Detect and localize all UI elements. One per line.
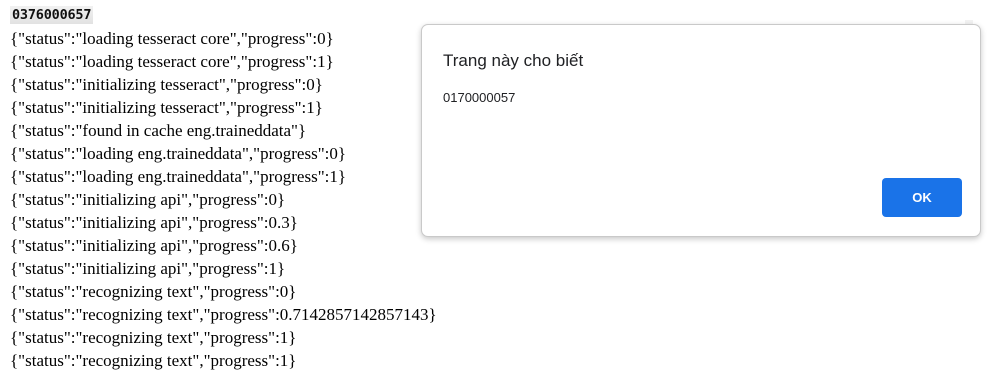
log-line: {"status":"loading eng.traineddata","pro… bbox=[10, 144, 347, 163]
log-line: {"status":"initializing api","progress":… bbox=[10, 259, 286, 278]
ok-button[interactable]: OK bbox=[882, 178, 962, 217]
log-line: {"status":"loading tesseract core","prog… bbox=[10, 52, 334, 71]
alert-title: Trang này cho biết bbox=[443, 51, 584, 70]
log-line: {"status":"recognizing text","progress":… bbox=[10, 351, 297, 370]
log-line: {"status":"recognizing text","progress":… bbox=[10, 305, 437, 324]
log-line: {"status":"loading tesseract core","prog… bbox=[10, 29, 334, 48]
log-line: {"status":"initializing api","progress":… bbox=[10, 236, 298, 255]
log-line: {"status":"initializing tesseract","prog… bbox=[10, 75, 323, 94]
log-line: {"status":"found in cache eng.traineddat… bbox=[10, 121, 307, 140]
log-line: {"status":"initializing tesseract","prog… bbox=[10, 98, 323, 117]
log-line: {"status":"recognizing text","progress":… bbox=[10, 282, 297, 301]
log-line: {"status":"initializing api","progress":… bbox=[10, 213, 298, 232]
alert-message: 0170000057 bbox=[443, 90, 516, 105]
log-line: {"status":"recognizing text","progress":… bbox=[10, 328, 297, 347]
captcha-image: 0376000657 bbox=[10, 6, 94, 24]
progress-log: {"status":"loading tesseract core","prog… bbox=[10, 27, 437, 372]
log-line: {"status":"initializing api","progress":… bbox=[10, 190, 286, 209]
alert-dialog: Trang này cho biết 0170000057 OK bbox=[421, 24, 981, 237]
log-line: {"status":"loading eng.traineddata","pro… bbox=[10, 167, 347, 186]
